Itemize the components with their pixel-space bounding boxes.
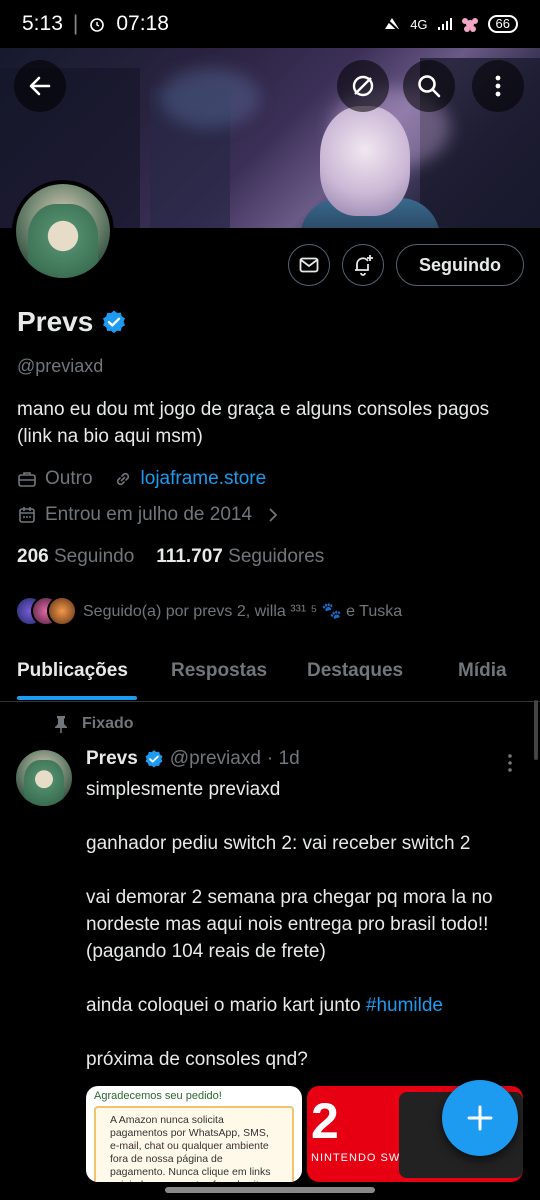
followers-stat[interactable]: 111.707 Seguidores (156, 546, 324, 568)
status-alarm-time: 07:18 (116, 12, 169, 35)
pin-icon (55, 716, 67, 733)
notifications-button[interactable] (342, 244, 384, 286)
mute-icon (383, 16, 401, 33)
joined-date: Entrou em julho de 2014 (45, 504, 253, 525)
chevron-right-icon (269, 508, 278, 522)
message-icon (299, 257, 319, 273)
back-button[interactable] (14, 60, 66, 112)
post-author-name[interactable]: Prevs (86, 748, 138, 770)
website-link[interactable]: lojaframe.store (141, 468, 267, 490)
tab-highlights[interactable]: Destaques (307, 660, 403, 682)
followed-by-text: Seguido(a) por prevs 2, willa ³³¹ ⁵ 🐾 e … (83, 603, 403, 620)
following-button[interactable]: Seguindo (396, 244, 524, 286)
post-text-line: ganhador pediu switch 2: vai receber swi… (86, 833, 471, 854)
following-stat[interactable]: 206 Seguindo (17, 546, 134, 568)
post-text-line: ainda coloquei o mario kart junto #humil… (86, 995, 443, 1016)
post-avatar[interactable] (16, 750, 72, 806)
follow-stats: 206 Seguindo 111.707 Seguidores (17, 546, 324, 568)
verified-badge-icon[interactable] (101, 309, 127, 335)
search-icon (418, 75, 441, 98)
joined-row[interactable]: Entrou em julho de 2014 (17, 504, 280, 526)
profile-actions: Seguindo (288, 244, 524, 286)
post-media-image-1[interactable]: Agradecemos seu pedido! A Amazon nunca s… (86, 1086, 302, 1182)
post-body[interactable]: simplesmente previaxd ganhador pediu swi… (86, 776, 526, 1100)
pinned-label-row: Fixado (52, 714, 134, 734)
status-time: 5:13 (22, 12, 63, 35)
post-header: Prevs @previaxd · 1d (86, 748, 300, 770)
display-name: Prevs (17, 306, 94, 337)
status-separator: | (72, 12, 79, 35)
briefcase-icon (18, 472, 36, 487)
verified-badge-icon (145, 750, 163, 768)
no-retweet-icon (352, 75, 374, 97)
home-gesture-bar[interactable] (165, 1187, 375, 1193)
search-button[interactable] (403, 60, 455, 112)
scrollbar[interactable] (534, 700, 538, 760)
profile-name-row: Prevs (17, 306, 127, 338)
post-text-line: próxima de consoles qnd? (86, 1049, 308, 1070)
avatar (47, 596, 77, 626)
post-more-button[interactable] (502, 752, 518, 779)
network-label: 4G (410, 16, 428, 32)
hide-reposts-button[interactable] (337, 60, 389, 112)
banner-figure-head (320, 106, 410, 216)
tab-replies[interactable]: Respostas (171, 660, 267, 682)
mutual-avatars (15, 596, 77, 626)
more-options-button[interactable] (472, 60, 524, 112)
profile-tabs: Publicações Respostas Destaques Mídia (0, 650, 540, 702)
signal-icon (437, 18, 452, 30)
back-arrow-icon (29, 76, 51, 96)
more-vertical-icon (508, 754, 512, 772)
notification-add-icon (355, 255, 373, 276)
hashtag-link[interactable]: #humilde (366, 995, 443, 1016)
profile-handle: @previaxd (17, 356, 104, 376)
compose-button[interactable] (442, 1080, 518, 1156)
link-icon (116, 472, 129, 486)
tab-posts[interactable]: Publicações (17, 660, 128, 682)
profile-category: Outro (45, 468, 93, 489)
followed-by-row[interactable]: Seguido(a) por prevs 2, willa ³³¹ ⁵ 🐾 e … (15, 596, 402, 626)
message-button[interactable] (288, 244, 330, 286)
compose-plus-icon (467, 1105, 493, 1131)
battery-indicator: 66 (487, 15, 518, 33)
post-text-line: simplesmente previaxd (86, 779, 281, 800)
post-author-handle[interactable]: @previaxd (170, 748, 261, 770)
media-receipt-notice: A Amazon nunca solicita pagamentos por W… (94, 1106, 294, 1182)
active-tab-indicator (17, 696, 137, 700)
alarm-icon (90, 18, 105, 32)
tab-media[interactable]: Mídia (458, 660, 507, 682)
calendar-icon (19, 507, 35, 523)
profile-bio: mano eu dou mt jogo de graça e alguns co… (17, 399, 490, 447)
media-switch-logo: 2 (311, 1093, 339, 1149)
more-vertical-icon (495, 75, 501, 97)
media-receipt-header: Agradecemos seu pedido! (94, 1090, 222, 1102)
profile-meta-row: Outro lojaframe.store (17, 468, 266, 490)
status-bar: 5:13 | 07:18 4G 66 (0, 0, 540, 48)
sakura-icon (461, 18, 478, 32)
pinned-label: Fixado (82, 715, 134, 732)
post-text-line: vai demorar 2 semana pra chegar pq mora … (86, 887, 493, 962)
post-timestamp[interactable]: · 1d (267, 748, 300, 770)
profile-avatar[interactable] (12, 180, 114, 282)
